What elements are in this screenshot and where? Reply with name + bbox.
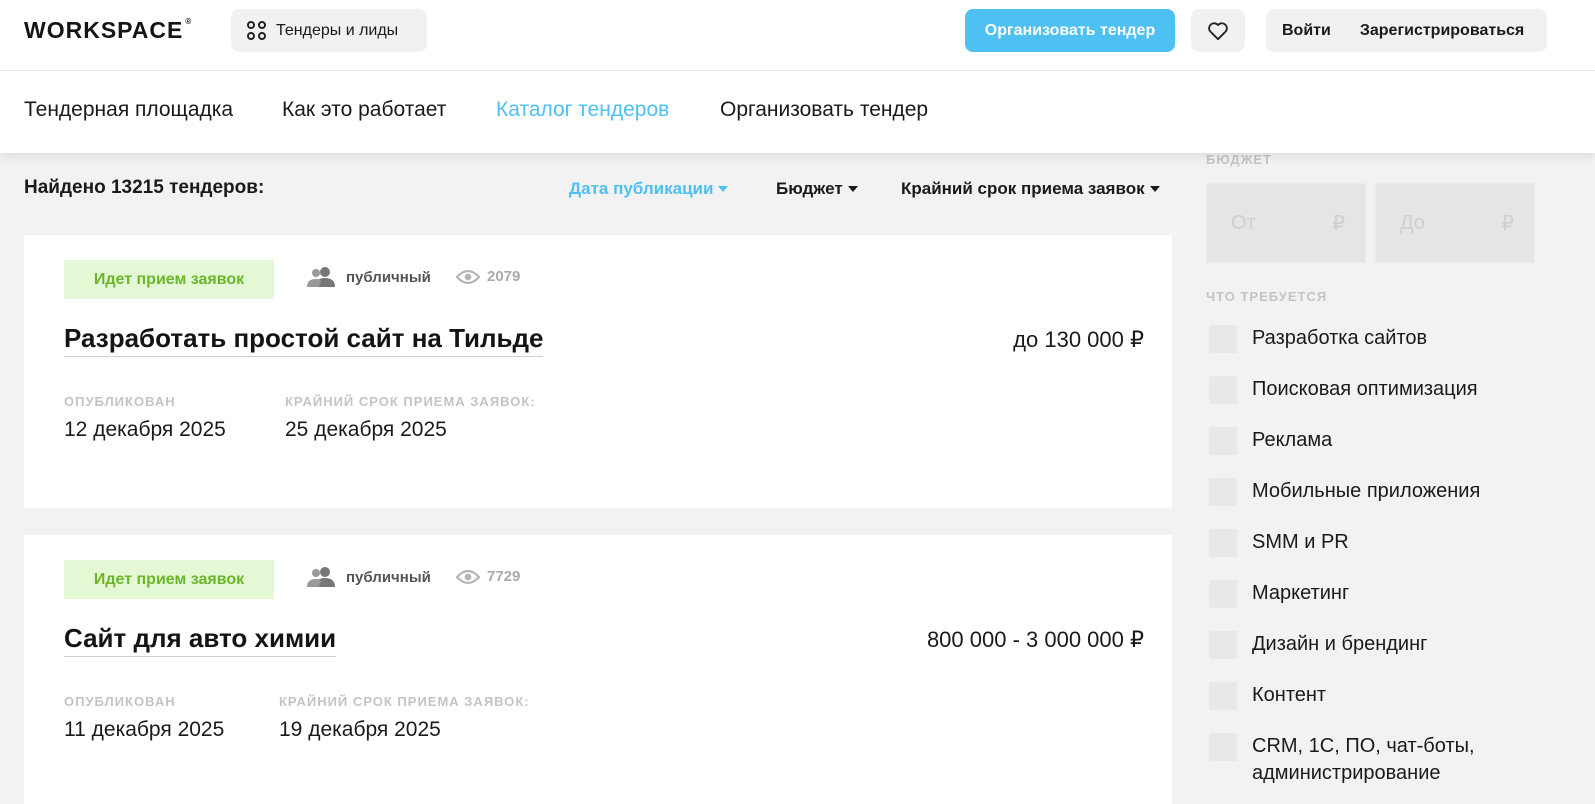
- tender-type: публичный: [307, 567, 431, 587]
- checkbox[interactable]: [1209, 376, 1237, 404]
- top-bar: WORKSPACE ® Тендеры и лиды Организовать т…: [0, 0, 1595, 71]
- published-date: 11 декабря 2025: [64, 718, 225, 741]
- sort-by-date-label: Дата публикации: [569, 179, 714, 198]
- category-checkbox[interactable]: Дизайн и брендинг: [1209, 631, 1427, 659]
- deadline-label: КРАЙНИЙ СРОК ПРИЕМА ЗАЯВОК:: [285, 394, 536, 409]
- category-label: Разработка сайтов: [1252, 327, 1428, 349]
- category-checkbox[interactable]: Поисковая оптимизация: [1209, 376, 1478, 404]
- users-icon: [307, 267, 335, 287]
- tenders-and-leads-label: Тендеры и лиды: [276, 21, 399, 39]
- tender-title[interactable]: Разработать простой сайт на Тильде: [64, 323, 544, 357]
- tender-type: публичный: [307, 267, 431, 287]
- nav-tender-catalog[interactable]: Каталог тендеров: [496, 98, 669, 122]
- category-label: CRM, 1С, ПО, чат-боты, администрирование: [1252, 735, 1475, 784]
- category-checkbox[interactable]: Разработка сайтов: [1209, 325, 1427, 353]
- status-badge: Идет прием заявок: [64, 260, 274, 299]
- checkbox[interactable]: [1209, 631, 1237, 659]
- sort-by-deadline-label: Крайний срок приема заявок: [901, 179, 1145, 198]
- nav-how-it-works[interactable]: Как это работает: [282, 98, 446, 122]
- category-checkbox[interactable]: Мобильные приложения: [1209, 478, 1480, 506]
- view-count-value: 2079: [487, 268, 521, 285]
- workspace-logo[interactable]: WORKSPACE ®: [24, 17, 192, 44]
- sort-by-budget-label: Бюджет: [776, 179, 843, 198]
- tenders-and-leads-button[interactable]: Тендеры и лиды: [231, 9, 427, 52]
- view-count-value: 7729: [487, 568, 521, 585]
- currency-symbol: ₽: [1332, 212, 1345, 235]
- users-icon: [307, 567, 335, 587]
- required-filter-label: ЧТО ТРЕБУЕТСЯ: [1206, 289, 1328, 304]
- category-label: SMM и PR: [1252, 531, 1349, 553]
- auth-group: Войти Зарегистрироваться: [1266, 9, 1547, 52]
- category-label: Дизайн и брендинг: [1252, 633, 1428, 655]
- status-badge: Идет прием заявок: [64, 560, 274, 599]
- tender-card[interactable]: Идет прием заявок публичный 7729 Сайт дл…: [24, 535, 1172, 804]
- tender-type-label: публичный: [346, 568, 431, 586]
- results-count: Найдено 13215 тендеров:: [24, 177, 265, 198]
- budget-filter-label: БЮДЖЕТ: [1206, 152, 1273, 167]
- category-checkbox[interactable]: Реклама: [1209, 427, 1332, 455]
- checkbox[interactable]: [1209, 733, 1237, 761]
- caret-down-icon: [1149, 186, 1160, 192]
- organize-tender-button[interactable]: Организовать тендер: [965, 9, 1175, 52]
- checkbox[interactable]: [1209, 682, 1237, 710]
- checkbox[interactable]: [1209, 325, 1237, 353]
- caret-down-icon: [847, 186, 858, 192]
- caret-down-icon: [718, 186, 729, 192]
- tender-type-label: публичный: [346, 268, 431, 286]
- tender-budget: 800 000 - 3 000 000 ₽: [926, 627, 1144, 652]
- registered-mark: ®: [185, 17, 193, 26]
- nav-organize-tender[interactable]: Организовать тендер: [720, 98, 928, 122]
- published-date: 12 декабря 2025: [64, 418, 226, 441]
- login-button[interactable]: Войти: [1282, 22, 1331, 40]
- currency-symbol: ₽: [1501, 212, 1514, 235]
- main-nav: Тендерная площадка Как это работает Ката…: [0, 71, 1595, 153]
- register-button[interactable]: Зарегистрироваться: [1360, 22, 1524, 40]
- published-label: ОПУБЛИКОВАН: [64, 694, 176, 709]
- heart-icon: [1208, 21, 1228, 40]
- tender-card[interactable]: Идет прием заявок публичный 2079 Разрабо…: [24, 235, 1172, 508]
- sort-by-date[interactable]: Дата публикации: [569, 179, 729, 199]
- budget-from-placeholder: От: [1231, 211, 1256, 234]
- published-label: ОПУБЛИКОВАН: [64, 394, 176, 409]
- deadline-label: КРАЙНИЙ СРОК ПРИЕМА ЗАЯВОК:: [279, 694, 530, 709]
- category-label: Мобильные приложения: [1252, 480, 1481, 502]
- deadline-date: 19 декабря 2025: [279, 718, 441, 741]
- category-label: Поисковая оптимизация: [1252, 378, 1478, 400]
- checkbox[interactable]: [1209, 580, 1237, 608]
- tender-budget: до 130 000 ₽: [1013, 327, 1144, 352]
- favorites-button[interactable]: [1191, 9, 1245, 52]
- category-checkbox[interactable]: CRM, 1С, ПО, чат-боты, администрирование: [1209, 733, 1529, 787]
- sort-by-budget[interactable]: Бюджет: [776, 179, 858, 199]
- nav-tender-platform[interactable]: Тендерная площадка: [24, 98, 233, 122]
- budget-to-input[interactable]: До ₽: [1375, 183, 1535, 263]
- category-checkbox[interactable]: Контент: [1209, 682, 1326, 710]
- checkbox[interactable]: [1209, 427, 1237, 455]
- tender-title[interactable]: Сайт для авто химии: [64, 623, 337, 657]
- sort-by-deadline[interactable]: Крайний срок приема заявок: [901, 179, 1160, 199]
- view-count: 7729: [456, 568, 520, 585]
- checkbox[interactable]: [1209, 529, 1237, 557]
- deadline-date: 25 декабря 2025: [285, 418, 447, 441]
- eye-icon: [456, 269, 480, 284]
- category-label: Маркетинг: [1252, 582, 1350, 604]
- view-count: 2079: [456, 268, 520, 285]
- budget-to-placeholder: До: [1400, 211, 1425, 234]
- budget-from-input[interactable]: От ₽: [1206, 183, 1366, 263]
- category-label: Реклама: [1252, 429, 1333, 451]
- category-checkbox[interactable]: SMM и PR: [1209, 529, 1349, 557]
- grid-icon: [247, 20, 267, 41]
- category-label: Контент: [1252, 684, 1327, 706]
- category-checkbox[interactable]: Маркетинг: [1209, 580, 1349, 608]
- eye-icon: [456, 569, 480, 584]
- logo-text: WORKSPACE: [24, 17, 184, 43]
- checkbox[interactable]: [1209, 478, 1237, 506]
